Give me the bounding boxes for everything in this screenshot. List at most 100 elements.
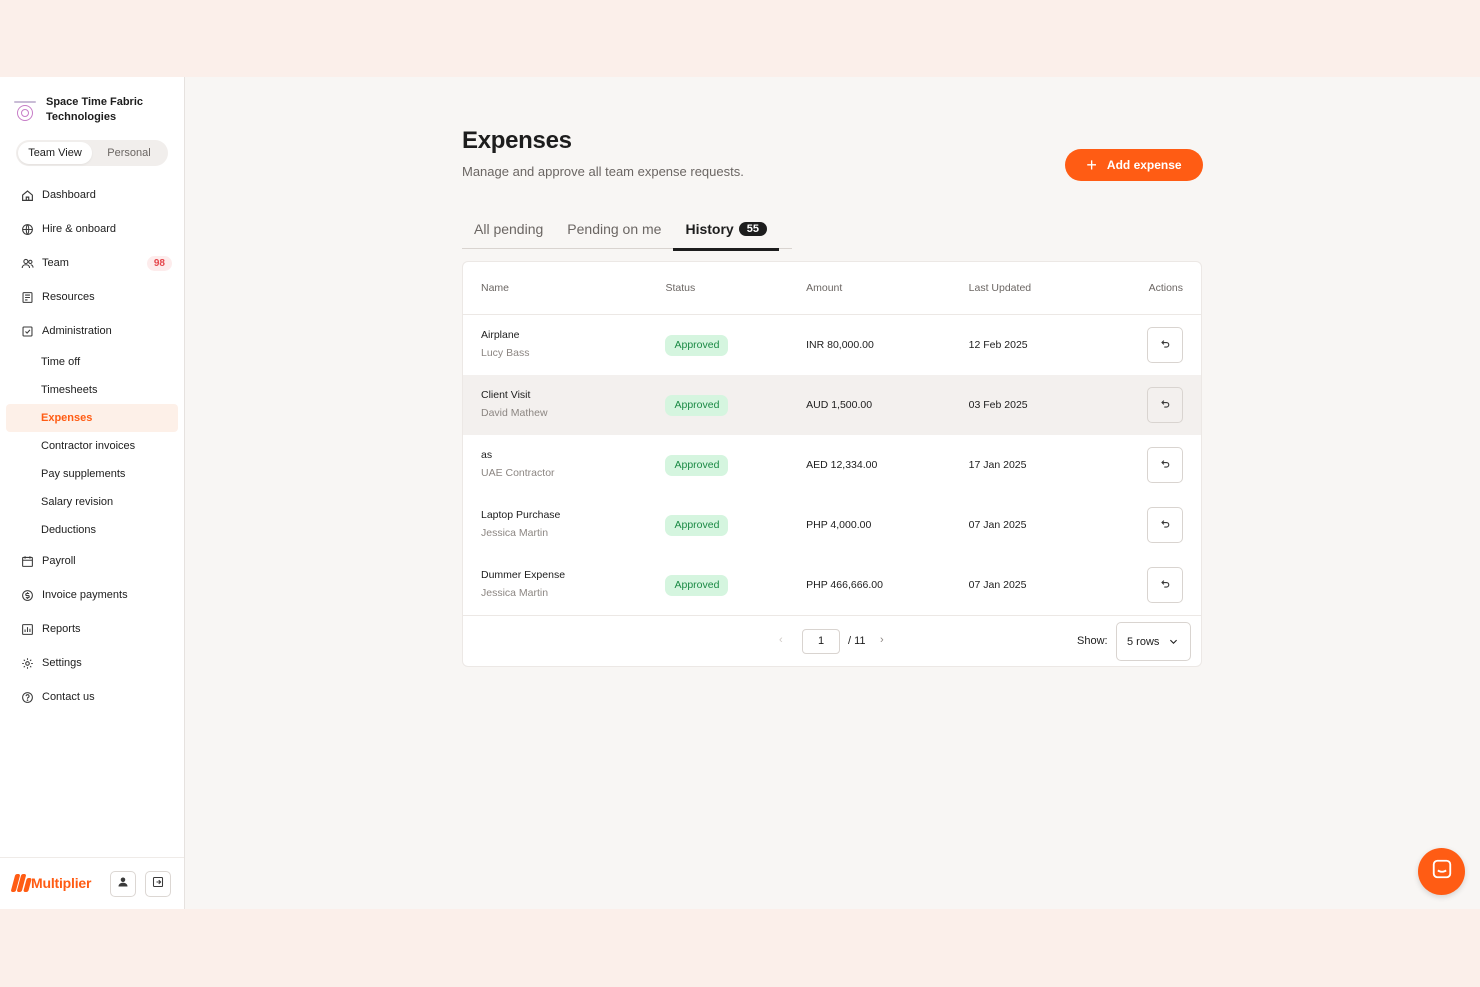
expense-name: Airplane — [481, 329, 520, 341]
expense-name: Client Visit — [481, 389, 531, 401]
clipboard-check-icon — [20, 324, 34, 338]
next-page-chevron-icon[interactable]: › — [880, 634, 884, 646]
undo-icon — [1159, 458, 1171, 473]
logout-icon — [152, 875, 164, 893]
sidebar-nav: Dashboard Hire & onboard Team 98 Resourc… — [6, 178, 178, 714]
profile-button[interactable] — [110, 871, 136, 897]
expense-submitter: UAE Contractor — [481, 467, 555, 479]
revert-button[interactable] — [1147, 327, 1183, 363]
dollar-circle-icon — [20, 588, 34, 602]
expense-last-updated: 07 Jan 2025 — [968, 519, 1027, 531]
org-switcher[interactable]: Space Time Fabric Technologies — [14, 95, 166, 125]
sidebar-item-label: Team — [42, 257, 69, 269]
users-icon — [20, 256, 34, 270]
chat-launcher-button[interactable] — [1418, 848, 1465, 895]
rows-per-page-value: 5 rows — [1127, 635, 1160, 648]
sidebar-item-label: Administration — [42, 325, 112, 337]
table-row[interactable]: Laptop Purchase Jessica Martin Approved … — [463, 495, 1201, 555]
sidebar-item-administration[interactable]: Administration — [6, 314, 178, 348]
sidebar: Space Time Fabric Technologies Team View… — [0, 77, 185, 909]
tab-pending-on-me[interactable]: Pending on me — [555, 209, 673, 249]
table-row[interactable]: as UAE Contractor Approved AED 12,334.00… — [463, 435, 1201, 495]
sidebar-item-label: Dashboard — [42, 189, 96, 201]
expense-submitter: David Mathew — [481, 407, 548, 419]
expense-amount: PHP 4,000.00 — [806, 519, 872, 531]
status-badge: Approved — [665, 334, 729, 356]
rows-per-page-select[interactable]: 5 rows — [1116, 622, 1191, 661]
tab-history[interactable]: History 55 — [673, 209, 780, 251]
chart-icon — [20, 622, 34, 636]
sidebar-item-dashboard[interactable]: Dashboard — [6, 178, 178, 212]
sidebar-item-resources[interactable]: Resources — [6, 280, 178, 314]
expense-last-updated: 17 Jan 2025 — [968, 459, 1027, 471]
sidebar-item-hire-onboard[interactable]: Hire & onboard — [6, 212, 178, 246]
column-header-amount: Amount — [806, 282, 843, 294]
sidebar-item-label: Resources — [42, 291, 95, 303]
view-toggle: Team View Personal — [16, 140, 168, 166]
sidebar-item-label: Hire & onboard — [42, 223, 116, 235]
team-count-badge: 98 — [146, 256, 172, 271]
add-expense-button[interactable]: + Add expense — [1065, 149, 1203, 181]
tab-all-pending[interactable]: All pending — [462, 209, 555, 249]
column-header-actions: Actions — [1148, 282, 1183, 294]
table-row[interactable]: Dummer Expense Jessica Martin Approved P… — [463, 555, 1201, 615]
team-view-toggle[interactable]: Team View — [18, 142, 92, 164]
expense-submitter: Lucy Bass — [481, 347, 530, 359]
expense-last-updated: 12 Feb 2025 — [968, 339, 1028, 351]
sidebar-item-contact-us[interactable]: Contact us — [6, 680, 178, 714]
logout-button[interactable] — [145, 871, 171, 897]
personal-view-toggle[interactable]: Personal — [92, 142, 166, 164]
gear-icon — [20, 656, 34, 670]
brand-name: Multiplier — [31, 875, 92, 891]
undo-icon — [1159, 338, 1171, 353]
sidebar-item-team[interactable]: Team 98 — [6, 246, 178, 280]
sidebar-sub-deductions[interactable]: Deductions — [6, 516, 178, 544]
expense-last-updated: 07 Jan 2025 — [968, 579, 1027, 591]
org-logo-icon — [14, 95, 36, 121]
expense-amount: PHP 466,666.00 — [806, 579, 883, 591]
status-badge: Approved — [665, 514, 729, 536]
table-row[interactable]: Client Visit David Mathew Approved AUD 1… — [463, 375, 1201, 435]
expense-amount: INR 80,000.00 — [806, 339, 874, 351]
sidebar-sub-expenses[interactable]: Expenses — [6, 404, 178, 432]
chat-icon — [1431, 858, 1453, 885]
app-window: Space Time Fabric Technologies Team View… — [0, 77, 1480, 909]
status-badge: Approved — [665, 454, 729, 476]
expense-submitter: Jessica Martin — [481, 527, 549, 539]
revert-button[interactable] — [1147, 447, 1183, 483]
undo-icon — [1159, 578, 1171, 593]
revert-button[interactable] — [1147, 507, 1183, 543]
revert-button[interactable] — [1147, 567, 1183, 603]
page-title: Expenses — [462, 127, 572, 154]
sidebar-sub-timesheets[interactable]: Timesheets — [6, 376, 178, 404]
sidebar-item-payroll[interactable]: Payroll — [6, 544, 178, 578]
help-circle-icon — [20, 690, 34, 704]
sidebar-sub-pay-supplements[interactable]: Pay supplements — [6, 460, 178, 488]
page-subtitle: Manage and approve all team expense requ… — [462, 164, 744, 179]
calendar-icon — [20, 554, 34, 568]
status-badge: Approved — [665, 394, 729, 416]
sidebar-item-reports[interactable]: Reports — [6, 612, 178, 646]
prev-page-chevron-icon[interactable]: ‹ — [779, 634, 783, 646]
add-expense-label: Add expense — [1106, 158, 1182, 172]
plus-icon: + — [1086, 155, 1097, 175]
expense-submitter: Jessica Martin — [481, 587, 549, 599]
sidebar-sub-salary-revision[interactable]: Salary revision — [6, 488, 178, 516]
sidebar-footer: Multiplier — [0, 857, 184, 909]
org-name: Space Time Fabric Technologies — [46, 96, 144, 123]
multiplier-logo: Multiplier — [10, 872, 92, 894]
multiplier-mark-icon — [10, 872, 32, 894]
table-row[interactable]: Airplane Lucy Bass Approved INR 80,000.0… — [463, 315, 1201, 375]
sidebar-sub-contractor-invoices[interactable]: Contractor invoices — [6, 432, 178, 460]
page-total: / 11 — [848, 635, 866, 647]
sidebar-item-label: Contact us — [42, 691, 95, 703]
expense-name: Dummer Expense — [481, 569, 566, 581]
revert-button[interactable] — [1147, 387, 1183, 423]
sidebar-item-invoice-payments[interactable]: Invoice payments — [6, 578, 178, 612]
sidebar-sub-time-off[interactable]: Time off — [6, 348, 178, 376]
page-number-input[interactable]: 1 — [802, 629, 840, 654]
sidebar-item-label: Settings — [42, 657, 82, 669]
sidebar-item-settings[interactable]: Settings — [6, 646, 178, 680]
sidebar-item-label: Invoice payments — [42, 589, 128, 601]
expense-tabs: All pending Pending on me History 55 — [462, 209, 792, 251]
